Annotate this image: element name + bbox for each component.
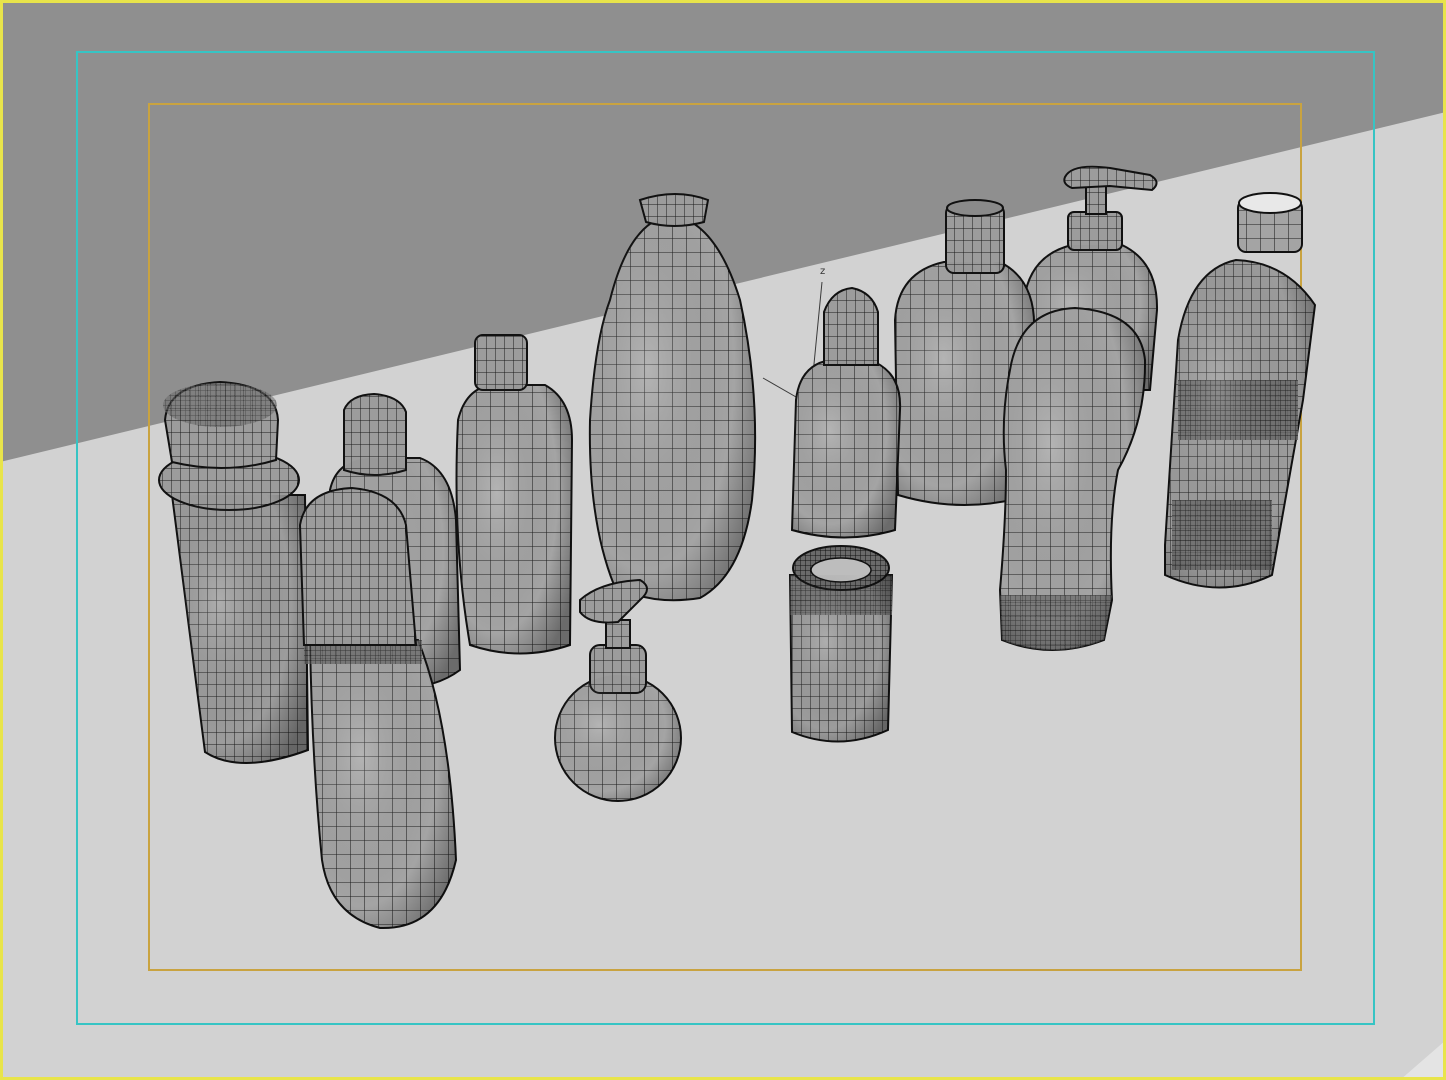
viewport-canvas[interactable]: z <box>0 0 1446 1080</box>
gizmo-axis-label: z <box>820 266 825 277</box>
screw-cap-jar[interactable] <box>788 545 894 743</box>
3d-viewport[interactable]: z <box>0 0 1446 1080</box>
